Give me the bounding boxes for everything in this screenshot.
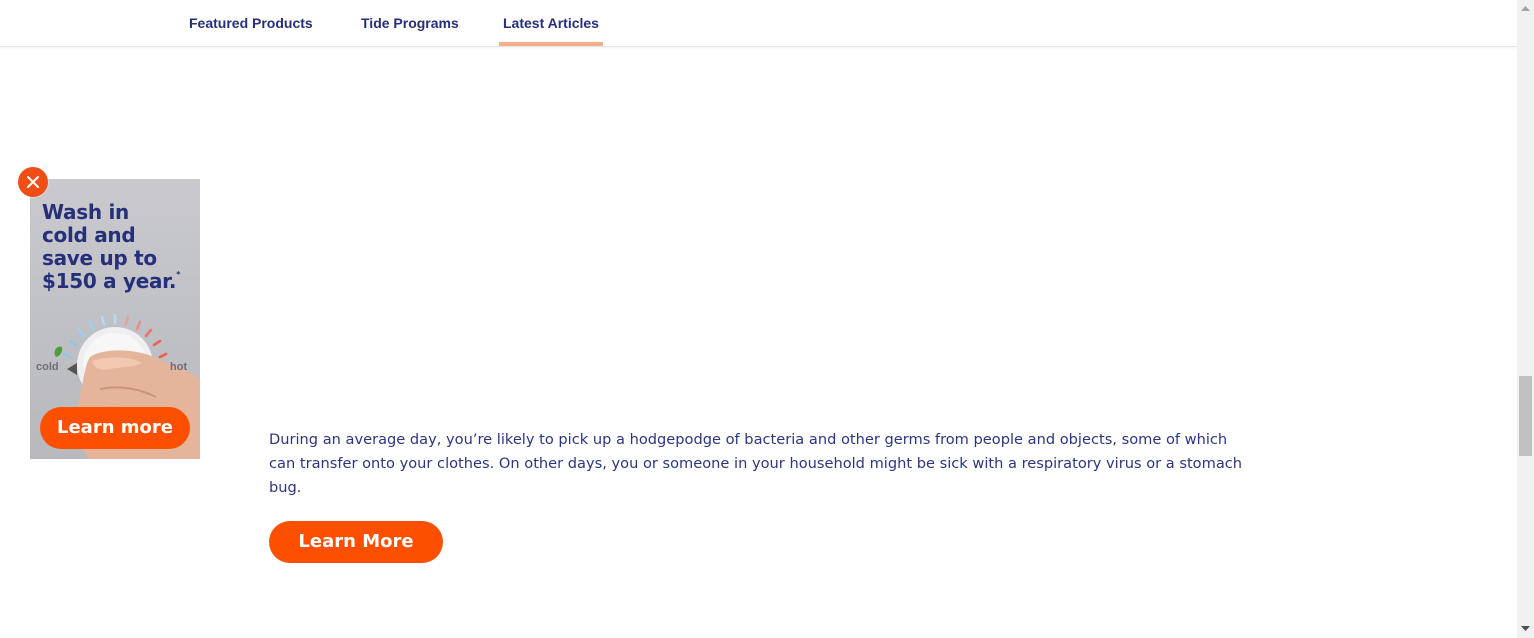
tab-latest-articles[interactable]: Latest Articles: [499, 0, 603, 46]
scroll-down-button[interactable]: [1517, 621, 1534, 638]
tab-label: Tide Programs: [361, 15, 459, 31]
scrollbar-thumb[interactable]: [1519, 376, 1532, 456]
dial-label-cold: cold: [36, 361, 59, 373]
ad-headline-line: save up to: [42, 246, 157, 270]
scroll-up-button[interactable]: [1517, 0, 1534, 17]
tab-label: Latest Articles: [503, 15, 599, 31]
tab-featured-products[interactable]: Featured Products: [189, 0, 313, 46]
tab-label: Featured Products: [189, 15, 313, 31]
vertical-scrollbar[interactable]: [1517, 0, 1534, 638]
page: Featured Products Tide Programs Latest A…: [0, 0, 1534, 638]
footnote-mark: *: [176, 270, 181, 279]
ad-close-button[interactable]: [18, 167, 48, 197]
ad-learn-more-button[interactable]: Learn more: [40, 407, 190, 449]
ad-headline: Wash in cold and save up to $150 a year.…: [42, 201, 194, 293]
tab-tide-programs[interactable]: Tide Programs: [361, 0, 459, 46]
ad-headline-line: cold and: [42, 223, 136, 247]
ad-headline-text: $150 a year.: [42, 269, 177, 293]
active-tab-indicator: [499, 42, 603, 46]
section-nav: Featured Products Tide Programs Latest A…: [0, 0, 1517, 47]
dial-label-hot: hot: [170, 361, 188, 373]
close-icon: [27, 176, 39, 188]
ad-headline-line: $150 a year.*: [42, 270, 194, 293]
ad-banner[interactable]: Wash in cold and save up to $150 a year.…: [30, 179, 200, 459]
article-body: During an average day, you’re likely to …: [269, 431, 1243, 496]
ad-headline-line: Wash in: [42, 200, 129, 224]
chevron-up-icon: [1521, 6, 1530, 11]
chevron-down-icon: [1521, 626, 1530, 631]
learn-more-button[interactable]: Learn More: [269, 521, 443, 563]
